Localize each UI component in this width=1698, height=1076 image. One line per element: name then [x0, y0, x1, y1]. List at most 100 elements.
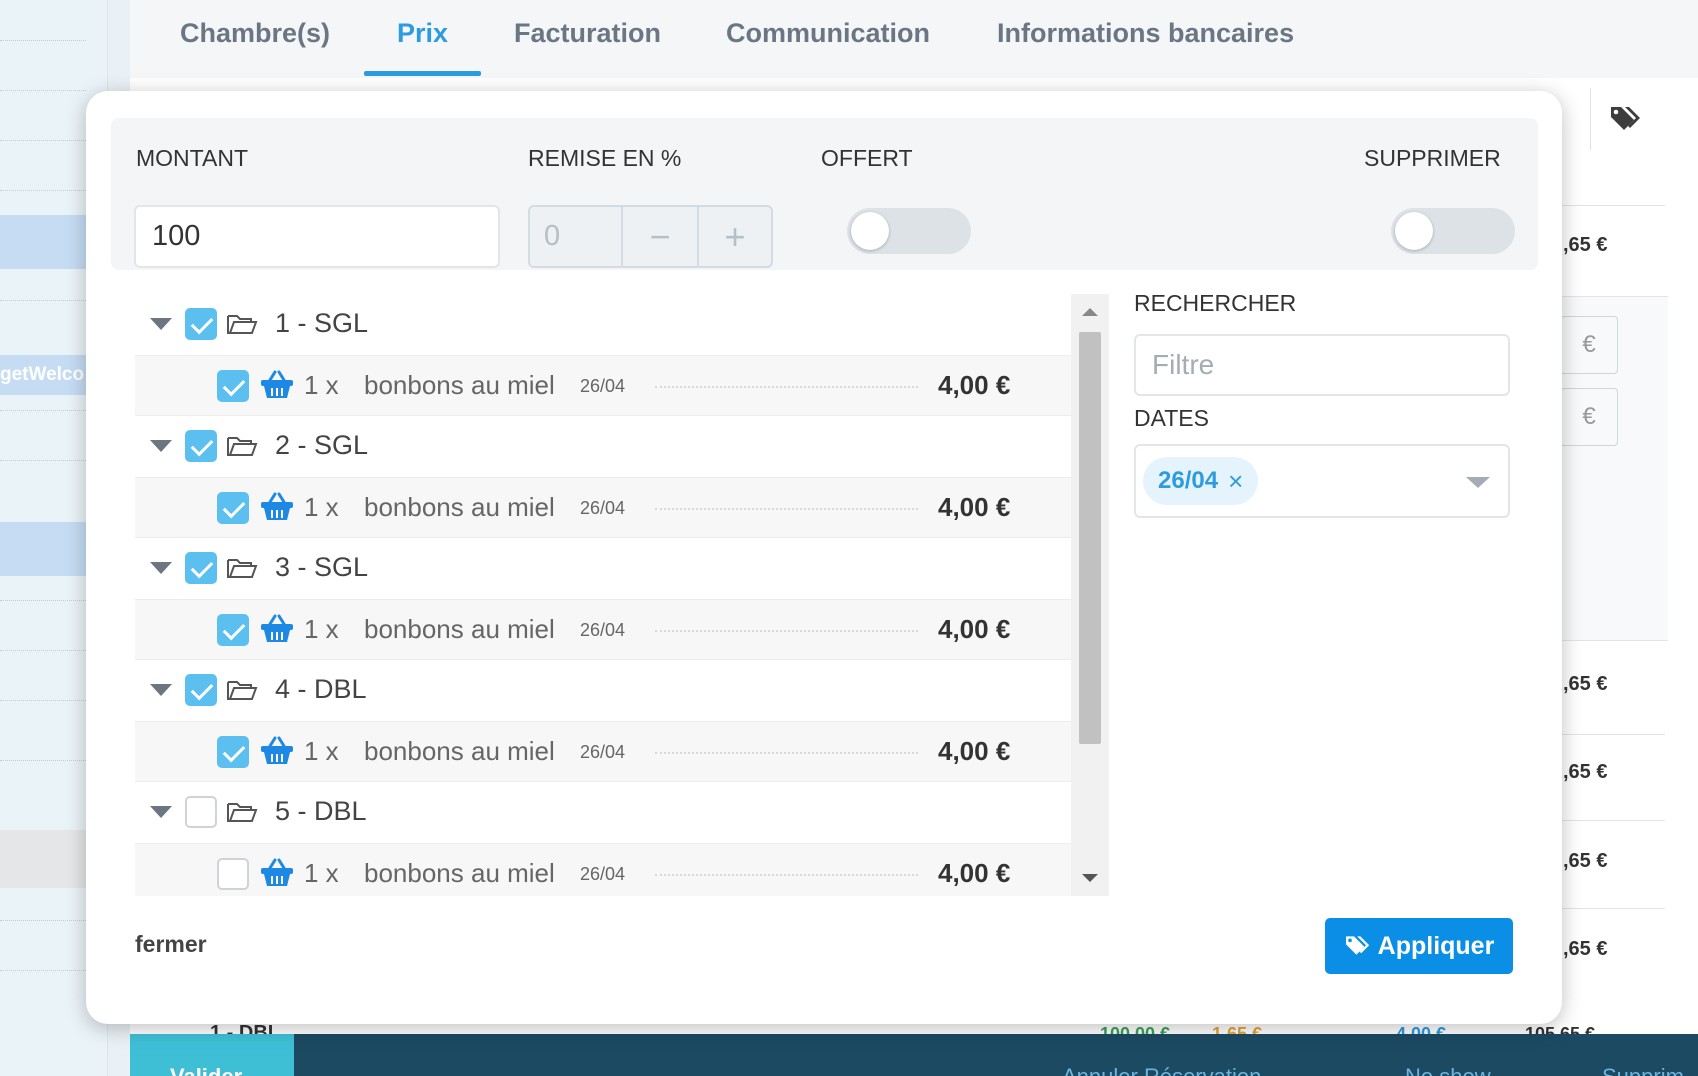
- item-date: 26/04: [580, 864, 626, 884]
- item-price: 4,00 €: [938, 370, 1011, 400]
- tree-item-row[interactable]: 1 x bonbons au miel 26/04 4,00 €: [135, 477, 1071, 538]
- item-checkbox[interactable]: [217, 492, 249, 524]
- tags-icon[interactable]: [1590, 88, 1660, 150]
- remise-increment-button[interactable]: +: [696, 207, 771, 266]
- tree-group-row[interactable]: 2 - SGL: [135, 416, 1071, 477]
- tree-group-row[interactable]: 1 - SGL: [135, 294, 1071, 355]
- divider: [0, 140, 86, 141]
- calendar-block-label[interactable]: getWelco: [0, 355, 86, 395]
- folder-open-icon: [227, 315, 258, 334]
- offert-label: OFFERT: [821, 145, 913, 171]
- montant-input[interactable]: [134, 205, 500, 268]
- remise-input[interactable]: [530, 207, 623, 266]
- tree-group-row[interactable]: 5 - DBL: [135, 782, 1071, 843]
- valider-button[interactable]: Valider: [130, 1034, 294, 1076]
- group-checkbox[interactable]: [185, 552, 217, 584]
- group-checkbox[interactable]: [185, 674, 217, 706]
- dates-label: DATES: [1134, 405, 1209, 431]
- supprimer-toggle[interactable]: [1391, 208, 1515, 254]
- tree-scrollbar[interactable]: [1071, 294, 1109, 896]
- extras-tree: 1 - SGL 1 x bonbons au miel 26/04 4,00 €…: [135, 294, 1159, 896]
- tree-item-row[interactable]: 1 x bonbons au miel 26/04 4,00 €: [135, 355, 1071, 416]
- tab-communication[interactable]: Communication: [726, 18, 930, 49]
- tab-informations-bancaires[interactable]: Informations bancaires: [997, 18, 1294, 49]
- scroll-up-arrow-icon[interactable]: [1082, 308, 1098, 316]
- item-price: 4,00 €: [938, 614, 1011, 644]
- divider: [0, 90, 86, 91]
- euro-input[interactable]: €: [1560, 316, 1618, 374]
- remise-label: REMISE EN %: [528, 145, 682, 171]
- chevron-down-icon[interactable]: [150, 562, 172, 574]
- remise-decrement-button[interactable]: −: [623, 207, 697, 266]
- item-checkbox[interactable]: [217, 614, 249, 646]
- group-checkbox[interactable]: [185, 796, 217, 828]
- folder-open-icon: [227, 437, 258, 456]
- folder-open-icon: [227, 681, 258, 700]
- dates-select[interactable]: 26/04 ×: [1134, 444, 1510, 518]
- item-quantity: 1 x: [304, 492, 339, 522]
- item-quantity: 1 x: [304, 614, 339, 644]
- dotted-leader: [655, 874, 918, 876]
- chevron-down-icon[interactable]: [150, 684, 172, 696]
- pricing-controls-panel: MONTANT REMISE EN % − + OFFERT SUPPRIMER: [111, 118, 1538, 270]
- tab-bar: Chambre(s) Prix Facturation Communicatio…: [130, 0, 1698, 78]
- group-label: 2 - SGL: [275, 430, 369, 460]
- scrollbar-thumb[interactable]: [1079, 332, 1101, 744]
- annuler-reservation-link[interactable]: Annuler Réservation: [1062, 1064, 1261, 1076]
- no-show-link[interactable]: No show: [1405, 1064, 1491, 1076]
- filter-input[interactable]: [1134, 334, 1510, 396]
- close-icon[interactable]: ×: [1228, 468, 1243, 494]
- supprimer-label: SUPPRIMER: [1364, 145, 1501, 171]
- chevron-down-icon[interactable]: [150, 318, 172, 330]
- tree-group-row[interactable]: 3 - SGL: [135, 538, 1071, 599]
- divider: [0, 650, 86, 651]
- tab-chambres[interactable]: Chambre(s): [180, 18, 330, 49]
- calendar-block[interactable]: [0, 215, 86, 269]
- tab-prix[interactable]: Prix: [397, 18, 448, 49]
- appliquer-button[interactable]: Appliquer: [1325, 918, 1513, 974]
- remise-stepper: − +: [528, 205, 773, 268]
- basket-icon: [261, 858, 293, 886]
- divider: [0, 760, 86, 761]
- euro-input[interactable]: €: [1560, 388, 1618, 446]
- folder-open-icon: [227, 559, 258, 578]
- chevron-down-icon[interactable]: [1466, 477, 1490, 488]
- calendar-block[interactable]: [0, 522, 86, 576]
- divider: [0, 600, 86, 601]
- chevron-down-icon[interactable]: [150, 440, 172, 452]
- scroll-down-arrow-icon[interactable]: [1082, 874, 1098, 882]
- toggle-knob: [851, 212, 889, 250]
- item-checkbox[interactable]: [217, 858, 249, 890]
- divider: [0, 40, 86, 41]
- item-date: 26/04: [580, 498, 626, 518]
- tree-group-row[interactable]: 4 - DBL: [135, 660, 1071, 721]
- item-checkbox[interactable]: [217, 370, 249, 402]
- item-quantity: 1 x: [304, 370, 339, 400]
- date-tag-label: 26/04: [1158, 467, 1219, 494]
- item-checkbox[interactable]: [217, 736, 249, 768]
- fermer-link[interactable]: fermer: [135, 931, 207, 958]
- item-name: bonbons au miel: [364, 736, 555, 766]
- item-name: bonbons au miel: [364, 492, 555, 522]
- supprimer-link[interactable]: Supprim: [1602, 1064, 1684, 1076]
- item-name: bonbons au miel: [364, 614, 555, 644]
- item-date: 26/04: [580, 620, 626, 640]
- item-quantity: 1 x: [304, 858, 339, 888]
- price-cell: ,65 €: [1563, 234, 1608, 256]
- group-checkbox[interactable]: [185, 430, 217, 462]
- tab-facturation[interactable]: Facturation: [514, 18, 661, 49]
- folder-open-icon: [227, 803, 258, 822]
- price-cell: ,65 €: [1563, 938, 1608, 960]
- group-checkbox[interactable]: [185, 308, 217, 340]
- divider: [1545, 908, 1665, 909]
- active-tab-indicator: [364, 71, 481, 76]
- dotted-leader: [655, 386, 918, 388]
- tree-item-row[interactable]: 1 x bonbons au miel 26/04 4,00 €: [135, 721, 1071, 782]
- offert-toggle[interactable]: [847, 208, 971, 254]
- tree-item-row[interactable]: 1 x bonbons au miel 26/04 4,00 €: [135, 599, 1071, 660]
- divider: [0, 920, 86, 921]
- tree-item-row[interactable]: 1 x bonbons au miel 26/04 4,00 €: [135, 843, 1071, 896]
- item-name: bonbons au miel: [364, 370, 555, 400]
- chevron-down-icon[interactable]: [150, 806, 172, 818]
- price-cell: ,65 €: [1563, 673, 1608, 695]
